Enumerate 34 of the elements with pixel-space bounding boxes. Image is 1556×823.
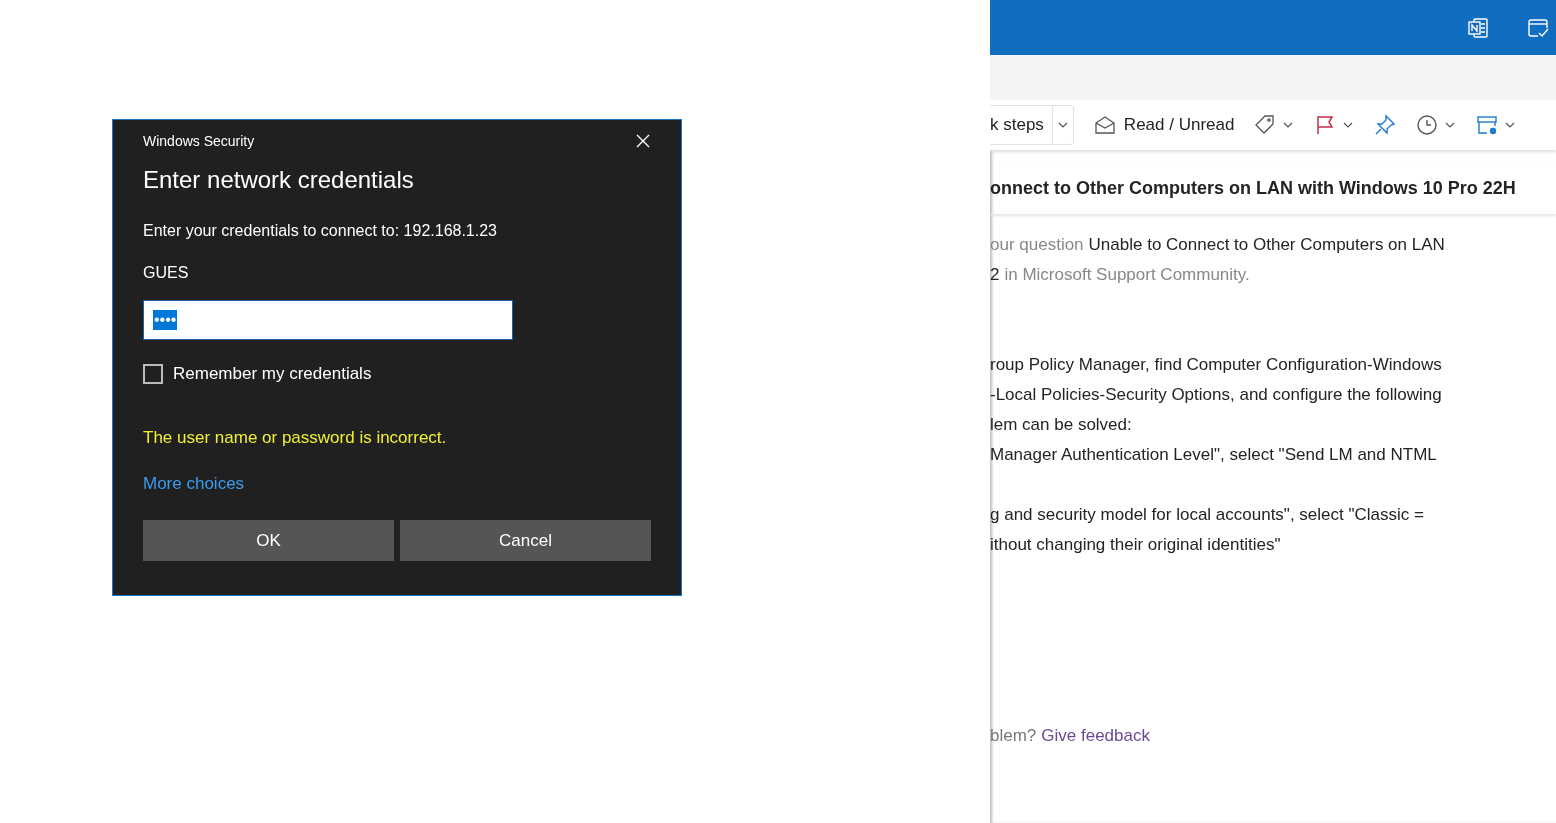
body-text-line: lem can be solved:	[990, 414, 1133, 436]
dialog-app-title: Windows Security	[143, 133, 255, 149]
reply-text: Unable to Connect to Other Computers on LAN	[1088, 234, 1445, 256]
remember-label: Remember my credentials	[173, 364, 372, 384]
body-text-line: roup Policy Manager, find Computer Configuration-Windows	[990, 354, 1443, 376]
dialog-button[interactable]: Cancel	[400, 520, 651, 561]
body-text-line: g and security model for local accounts", select "Classic =	[990, 504, 1425, 526]
feedback-prompt: blem?	[990, 726, 1037, 746]
quick-steps-label: k steps	[990, 115, 1045, 135]
prompt-text: Enter your credentials to connect to: 192.168.1.23	[143, 222, 498, 240]
dialog-heading: Enter network credentials	[143, 166, 415, 194]
error-message: The user name or password is incorrect.	[143, 428, 448, 448]
body-text-line: -Local Policies-Security Options, and configure the following	[990, 384, 1443, 406]
reply-text: in Microsoft Support Community.	[1004, 264, 1250, 286]
reply-text: 2	[990, 264, 1000, 286]
close-icon[interactable]	[635, 133, 651, 149]
quick-steps-button[interactable]: k steps	[990, 105, 1074, 145]
tag-icon[interactable]	[1254, 114, 1277, 136]
pin-icon[interactable]	[1374, 114, 1397, 136]
read-unread-button[interactable]: Read / Unread	[1093, 115, 1235, 135]
body-text-line: ithout changing their original identities"	[990, 534, 1282, 556]
password-field[interactable]: ••••	[143, 300, 513, 340]
password-mask: ••••	[153, 310, 178, 330]
remember-checkbox[interactable]	[143, 364, 163, 384]
clock-icon[interactable]	[1416, 114, 1439, 136]
user-name-label: GUES	[143, 264, 190, 282]
dialog-button[interactable]: OK	[143, 520, 394, 561]
notebook-icon[interactable]	[1466, 15, 1490, 40]
body-text-line: Manager Authentication Level", select "Send LM and NTML	[990, 444, 1438, 466]
give-feedback-link[interactable]: Give feedback	[1041, 726, 1150, 746]
email-subject: onnect to Other Computers on LAN with Windows 10 Pro 22H	[990, 162, 1556, 214]
envelope-icon	[1093, 115, 1116, 135]
reply-text: our question	[990, 234, 1084, 256]
more-choices-link[interactable]: More choices	[143, 474, 245, 494]
